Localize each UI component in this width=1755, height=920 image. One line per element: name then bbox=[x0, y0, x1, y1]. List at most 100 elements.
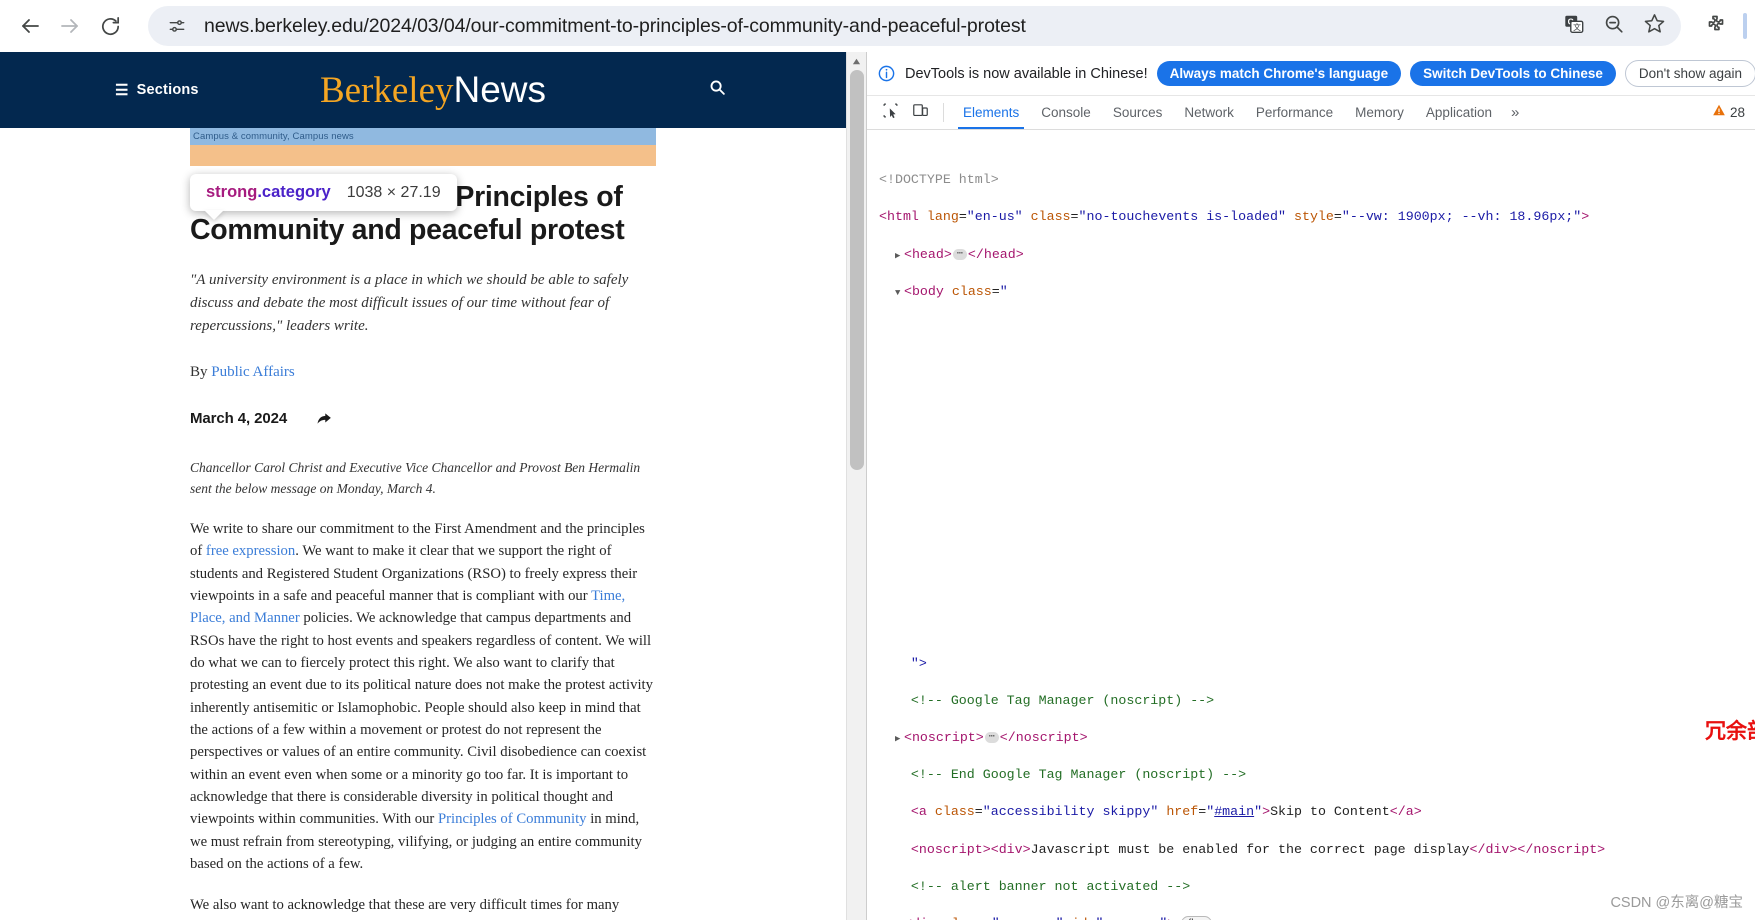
flex-badge[interactable]: flex bbox=[1181, 915, 1212, 920]
reload-icon bbox=[99, 15, 122, 38]
tab-memory[interactable]: Memory bbox=[1344, 96, 1415, 129]
dom-row[interactable]: "> bbox=[879, 655, 1755, 674]
dom-row[interactable]: <!DOCTYPE html> bbox=[879, 171, 1755, 190]
address-bar[interactable]: news.berkeley.edu/2024/03/04/our-commitm… bbox=[148, 6, 1681, 46]
tab-application-label: Application bbox=[1425, 105, 1492, 120]
tab-performance[interactable]: Performance bbox=[1245, 96, 1344, 129]
article-dateline: March 4, 2024 bbox=[190, 409, 656, 428]
article-editor-note: Chancellor Carol Christ and Executive Vi… bbox=[190, 460, 641, 496]
tab-console-label: Console bbox=[1041, 105, 1091, 120]
scrollbar-thumb[interactable] bbox=[850, 70, 864, 470]
extensions-puzzle-icon bbox=[1703, 12, 1727, 41]
toolbar-right-actions bbox=[1695, 6, 1755, 46]
dom-row[interactable]: <html lang="en-us" class="no-touchevents… bbox=[879, 208, 1755, 227]
back-arrow-icon bbox=[18, 14, 42, 38]
link-principles-of-community[interactable]: Principles of Community bbox=[438, 811, 587, 827]
tab-network[interactable]: Network bbox=[1173, 96, 1245, 129]
share-arrow-icon[interactable] bbox=[315, 409, 334, 428]
article-dek: "A university environment is a place in … bbox=[190, 272, 629, 334]
inspector-tooltip-tag: strong bbox=[206, 183, 258, 201]
logo-news-text: News bbox=[453, 68, 547, 110]
forward-button[interactable] bbox=[50, 6, 90, 46]
tab-console[interactable]: Console bbox=[1030, 96, 1102, 129]
dom-row-blank bbox=[879, 543, 1755, 562]
profile-edge-indicator bbox=[1743, 13, 1747, 39]
search-icon bbox=[709, 79, 726, 101]
article-date: March 4, 2024 bbox=[190, 410, 288, 428]
omnibox-actions: G 文 bbox=[1555, 9, 1673, 43]
article-category: Campus & community, Campus news bbox=[193, 131, 354, 142]
translate-button[interactable]: G 文 bbox=[1555, 9, 1593, 43]
dom-row-blank bbox=[879, 469, 1755, 488]
tab-performance-label: Performance bbox=[1255, 105, 1334, 120]
device-toolbar-icon bbox=[912, 102, 929, 124]
bookmark-button[interactable] bbox=[1635, 9, 1673, 43]
toolbar-separator bbox=[943, 103, 944, 122]
sections-menu-button[interactable]: ☰ Sections bbox=[115, 82, 199, 98]
article-paragraph-1: We write to share our commitment to the … bbox=[190, 518, 656, 876]
logo-berkeley-text: Berkeley bbox=[319, 69, 454, 111]
warning-indicator[interactable]: 28 bbox=[1706, 96, 1751, 129]
dom-row[interactable]: <noscript><div>Javascript must be enable… bbox=[879, 841, 1755, 860]
inspector-tooltip-selector: strong.category bbox=[206, 183, 331, 202]
page-viewport: ☰ Sections BerkeleyNews Campus & communi… bbox=[0, 52, 866, 920]
site-settings-icon[interactable] bbox=[162, 11, 192, 41]
byline-prefix: By bbox=[190, 364, 212, 381]
dom-tree-gutter bbox=[867, 130, 879, 920]
zoom-out-icon bbox=[1603, 13, 1625, 40]
dom-tree[interactable]: <!DOCTYPE html> <html lang="en-us" class… bbox=[879, 130, 1755, 920]
scrollbar-up-arrow[interactable] bbox=[847, 52, 866, 70]
article-paragraph-2: We also want to acknowledge that these a… bbox=[190, 897, 642, 920]
url-text[interactable]: news.berkeley.edu/2024/03/04/our-commitm… bbox=[204, 15, 1555, 38]
inspect-element-icon bbox=[882, 102, 899, 124]
tab-elements-label: Elements bbox=[963, 105, 1020, 120]
tab-sources-label: Sources bbox=[1112, 105, 1163, 120]
site-header: ☰ Sections BerkeleyNews bbox=[0, 52, 866, 128]
link-free-expression[interactable]: free expression bbox=[206, 543, 295, 559]
tab-sources[interactable]: Sources bbox=[1102, 96, 1174, 129]
inspect-element-button[interactable] bbox=[875, 96, 905, 129]
warning-count: 28 bbox=[1729, 105, 1745, 120]
forward-arrow-icon bbox=[58, 14, 82, 38]
dom-row[interactable]: ▼<div class="wrapper" id="wrapper">flex bbox=[879, 915, 1755, 920]
inspector-padding-highlight bbox=[190, 145, 656, 166]
redundant-part-annotation: 冗余部分1 bbox=[1705, 720, 1755, 743]
dom-row[interactable]: ▶ <head> ⋯ </head> bbox=[879, 246, 1755, 265]
inspector-tooltip-class: .category bbox=[257, 183, 331, 201]
devtools-language-banner: DevTools is now available in Chinese! Al… bbox=[867, 52, 1755, 96]
tab-application[interactable]: Application bbox=[1415, 96, 1503, 129]
more-tabs-button[interactable]: » bbox=[1503, 96, 1527, 129]
dom-row[interactable]: <!-- Google Tag Manager (noscript) --> bbox=[879, 692, 1755, 711]
always-match-language-button[interactable]: Always match Chrome's language bbox=[1156, 61, 1402, 86]
dom-row-blank bbox=[879, 394, 1755, 413]
devtools-panel: DevTools is now available in Chinese! Al… bbox=[866, 52, 1755, 920]
warning-triangle-icon bbox=[1712, 103, 1726, 122]
sections-label: Sections bbox=[136, 82, 199, 98]
hamburger-icon: ☰ bbox=[115, 81, 129, 99]
watermark: CSDN @东离@糖宝 bbox=[1610, 895, 1743, 911]
device-toolbar-button[interactable] bbox=[905, 96, 935, 129]
back-button[interactable] bbox=[10, 6, 50, 46]
dom-row-blank bbox=[879, 506, 1755, 525]
byline-author-link[interactable]: Public Affairs bbox=[211, 364, 294, 380]
para1-part-c: policies. We acknowledge that campus dep… bbox=[190, 610, 653, 828]
dom-row-blank bbox=[879, 432, 1755, 451]
dom-row[interactable]: <!-- End Google Tag Manager (noscript) -… bbox=[879, 766, 1755, 785]
banner-message: DevTools is now available in Chinese! bbox=[905, 65, 1148, 82]
bookmark-star-icon bbox=[1643, 12, 1666, 40]
dom-row-blank bbox=[879, 320, 1755, 339]
extensions-button[interactable] bbox=[1695, 6, 1735, 46]
dom-row[interactable]: ▶ <noscript> ⋯ </noscript> bbox=[879, 729, 1755, 748]
tab-elements[interactable]: Elements bbox=[952, 96, 1030, 129]
page-scrollbar[interactable] bbox=[846, 52, 866, 920]
dont-show-again-button[interactable]: Don't show again bbox=[1624, 60, 1755, 87]
dom-row[interactable]: <a class="accessibility skippy" href="#m… bbox=[879, 803, 1755, 822]
switch-to-chinese-button[interactable]: Switch DevTools to Chinese bbox=[1410, 61, 1616, 86]
svg-text:文: 文 bbox=[1573, 22, 1581, 32]
zoom-button[interactable] bbox=[1595, 9, 1633, 43]
inspector-content-highlight: Campus & community, Campus news bbox=[190, 128, 656, 145]
reload-button[interactable] bbox=[90, 6, 130, 46]
site-search-button[interactable] bbox=[709, 79, 726, 101]
dom-row-blank bbox=[879, 617, 1755, 636]
dom-row[interactable]: ▼ <body class=" bbox=[879, 283, 1755, 302]
